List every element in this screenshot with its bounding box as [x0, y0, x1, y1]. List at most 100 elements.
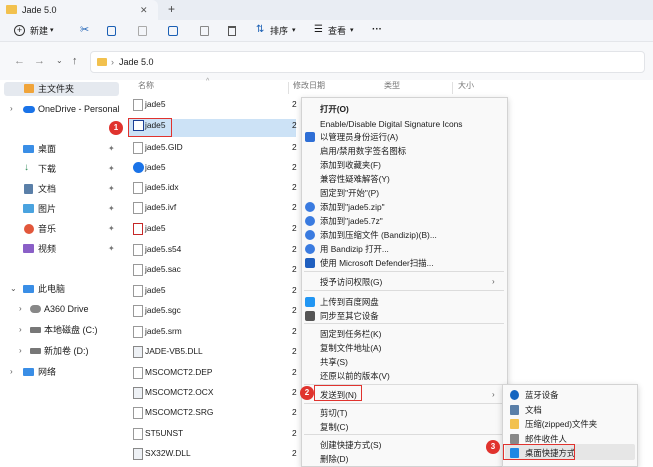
sidebar-item-videos[interactable]: 视频	[38, 243, 56, 255]
menu-copy[interactable]: 复制(C)	[320, 421, 348, 433]
menu-add-7z[interactable]: 添加到"jade5.7z"	[320, 215, 383, 227]
sidebar-item-thispc[interactable]: 此电脑	[38, 283, 65, 295]
sidebar-label-home[interactable]: 主文件夹	[38, 83, 74, 95]
file-name[interactable]: SX32W.DLL	[145, 447, 191, 459]
menu-create-shortcut[interactable]: 创建快捷方式(S)	[320, 439, 381, 451]
step-badge-2: 2	[300, 386, 314, 400]
sidebar-item-downloads[interactable]: 下载	[38, 163, 56, 175]
file-name[interactable]: jade5	[145, 284, 166, 296]
menu-compat-troubleshoot[interactable]: 兼容性疑难解答(Y)	[320, 173, 390, 185]
menu-add-zip[interactable]: 添加到"jade5.zip"	[320, 201, 385, 213]
file-name[interactable]: ST5UNST	[145, 427, 183, 439]
menu-add-favorites[interactable]: 添加到收藏夹(F)	[320, 159, 381, 171]
menu-cut[interactable]: 剪切(T)	[320, 407, 347, 419]
menu-delete[interactable]: 删除(D)	[320, 453, 348, 465]
file-icon	[133, 367, 143, 379]
sidebar-item-music[interactable]: 音乐	[38, 223, 56, 235]
menu-add-bandizip[interactable]: 添加到压缩文件 (Bandizip)(B)...	[320, 229, 437, 241]
menu-signature-icons[interactable]: Enable/Disable Digital Signature Icons	[320, 118, 462, 130]
menu-toggle-signature[interactable]: 启用/禁用数字签名图标	[320, 145, 406, 157]
file-name[interactable]: MSCOMCT2.DEP	[145, 366, 212, 378]
folder-icon	[97, 58, 107, 66]
file-name[interactable]: jade5.s54	[145, 243, 181, 255]
more-button[interactable]: ···	[372, 24, 382, 36]
file-name[interactable]: JADE-VB5.DLL	[145, 345, 203, 357]
new-icon[interactable]: +	[14, 25, 25, 36]
sort-button[interactable]: 排序	[270, 25, 288, 37]
column-header-date[interactable]: 修改日期	[293, 80, 325, 96]
new-button[interactable]: 新建	[30, 25, 48, 37]
highlight-box-send-to	[314, 385, 362, 401]
download-icon: ↓	[24, 162, 29, 173]
file-name[interactable]: jade5	[145, 161, 166, 173]
sidebar-item-network[interactable]: 网络	[38, 366, 56, 378]
menu-open[interactable]: 打开(O)	[320, 103, 349, 115]
file-name[interactable]: jade5.srm	[145, 325, 182, 337]
file-icon	[133, 264, 143, 276]
address-bar[interactable]: › Jade 5.0	[90, 51, 645, 73]
column-header-name[interactable]: 名称	[138, 80, 154, 96]
menu-sync-device[interactable]: 同步至其它设备	[320, 310, 379, 322]
computer-icon	[23, 285, 34, 293]
chevron-down-icon: ▾	[50, 27, 54, 34]
menu-add-bandizip-icon	[305, 230, 315, 240]
expand-chevron-icon[interactable]: ›	[19, 345, 22, 357]
submenu-bluetooth[interactable]: 蓝牙设备	[525, 389, 559, 401]
tab-jade[interactable]: Jade 5.0 ✕	[0, 0, 158, 20]
menu-pin-taskbar[interactable]: 固定到任务栏(K)	[320, 328, 381, 340]
sidebar-item-desktop[interactable]: 桌面	[38, 143, 56, 155]
file-name[interactable]: MSCOMCT2.SRG	[145, 406, 213, 418]
sidebar-item-documents[interactable]: 文档	[38, 183, 56, 195]
expand-chevron-icon[interactable]: ›	[10, 366, 13, 378]
file-name[interactable]: jade5.sac	[145, 263, 181, 275]
menu-pin-start[interactable]: 固定到"开始"(P)	[320, 187, 379, 199]
sidebar-item-drive-d[interactable]: 新加卷 (D:)	[44, 345, 89, 357]
file-name[interactable]: jade5	[145, 222, 166, 234]
back-icon[interactable]: ←	[14, 55, 25, 67]
file-name[interactable]: MSCOMCT2.OCX	[145, 386, 213, 398]
menu-copy-path[interactable]: 复制文件地址(A)	[320, 342, 381, 354]
expand-chevron-icon[interactable]: ›	[10, 103, 13, 115]
menu-share[interactable]: 共享(S)	[320, 356, 348, 368]
file-name[interactable]: jade5.ivf	[145, 201, 176, 213]
recent-chevron-icon[interactable]: ⌄	[56, 55, 63, 67]
sidebar-item-onedrive[interactable]: OneDrive - Personal	[38, 103, 120, 115]
cut-icon[interactable]: ✂	[80, 24, 89, 36]
column-divider[interactable]	[288, 82, 289, 94]
pin-icon: ✦	[108, 204, 115, 213]
copy-icon[interactable]	[107, 26, 116, 36]
menu-upload-baidu[interactable]: 上传到百度网盘	[320, 296, 379, 308]
expand-chevron-icon[interactable]: ›	[19, 324, 22, 336]
expand-chevron-icon[interactable]: ⌄	[10, 283, 17, 295]
submenu-zip-folder[interactable]: 压缩(zipped)文件夹	[525, 418, 597, 430]
file-name[interactable]: jade5.GID	[145, 141, 183, 153]
submenu-documents[interactable]: 文档	[525, 404, 542, 416]
file-name[interactable]: jade5	[145, 98, 166, 110]
forward-icon[interactable]: →	[34, 55, 45, 67]
file-name[interactable]: jade5.sgc	[145, 304, 181, 316]
sidebar-item-drive-c[interactable]: 本地磁盘 (C:)	[44, 324, 98, 336]
menu-defender-scan[interactable]: 使用 Microsoft Defender扫描...	[320, 257, 434, 269]
menu-give-access[interactable]: 授予访问权限(G)	[320, 276, 382, 288]
menu-open-bandizip[interactable]: 用 Bandizip 打开...	[320, 243, 389, 255]
column-divider[interactable]	[452, 82, 453, 94]
view-button[interactable]: 查看	[328, 25, 346, 37]
file-name[interactable]: jade5.idx	[145, 181, 179, 193]
up-icon[interactable]: ↑	[72, 55, 78, 67]
paste-icon[interactable]	[138, 26, 147, 36]
path-segment[interactable]: Jade 5.0	[119, 56, 154, 68]
add-tab-button[interactable]: +	[168, 3, 175, 15]
column-header-type[interactable]: 类型	[384, 80, 400, 96]
menu-separator	[304, 403, 504, 404]
sidebar-item-pictures[interactable]: 图片	[38, 203, 56, 215]
rename-icon[interactable]	[168, 26, 178, 36]
menu-restore-versions[interactable]: 还原以前的版本(V)	[320, 370, 390, 382]
expand-chevron-icon[interactable]: ›	[19, 303, 22, 315]
pin-icon: ✦	[108, 144, 115, 153]
delete-icon[interactable]	[228, 26, 236, 36]
close-icon[interactable]: ✕	[140, 4, 148, 16]
share-icon[interactable]	[200, 26, 209, 36]
sidebar-item-a360[interactable]: A360 Drive	[44, 303, 89, 315]
column-header-size[interactable]: 大小	[458, 80, 474, 96]
menu-run-as-admin[interactable]: 以管理员身份运行(A)	[320, 131, 398, 143]
